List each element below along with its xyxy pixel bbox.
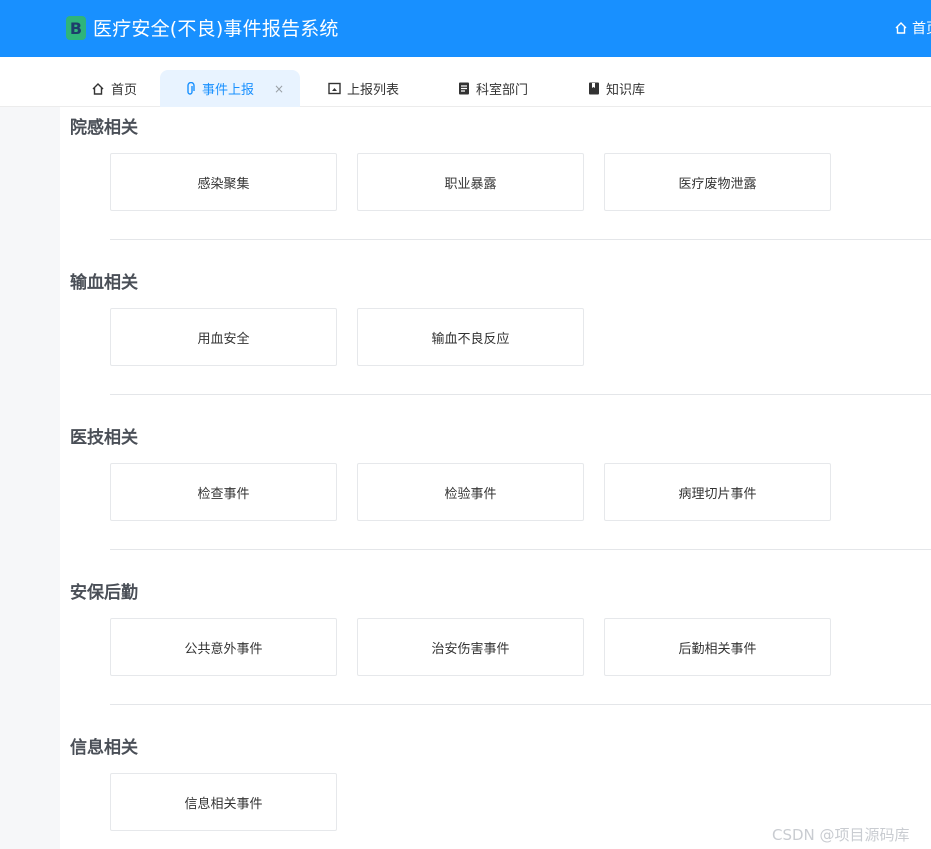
- header-home-label: 首页: [912, 21, 931, 37]
- section-title-infection: 院感相关: [70, 118, 138, 138]
- section-title-transfusion: 输血相关: [70, 273, 138, 293]
- event-card[interactable]: 职业暴露: [357, 153, 584, 211]
- app-logo: B: [66, 16, 86, 40]
- home-icon: [92, 82, 104, 95]
- app-title: 医疗安全(不良)事件报告系统: [93, 18, 339, 40]
- tab-departments[interactable]: 科室部门: [458, 70, 528, 107]
- section-title-information: 信息相关: [70, 738, 138, 758]
- tab-bar: 首页 事件上报 × 上报列表 科室部门 知识库: [0, 57, 931, 107]
- watermark: CSDN @项目源码库: [772, 826, 910, 844]
- event-card[interactable]: 用血安全: [110, 308, 337, 366]
- event-card[interactable]: 输血不良反应: [357, 308, 584, 366]
- event-card[interactable]: 病理切片事件: [604, 463, 831, 521]
- book-icon: [589, 82, 599, 95]
- tab-home[interactable]: 首页: [91, 70, 137, 107]
- paperclip-icon: [187, 81, 195, 95]
- section-divider: [110, 394, 931, 395]
- tab-label: 首页: [111, 83, 138, 98]
- event-card[interactable]: 感染聚集: [110, 153, 337, 211]
- tab-close-icon[interactable]: ×: [274, 82, 284, 96]
- section-divider: [110, 549, 931, 550]
- sidebar-strip: [0, 107, 60, 849]
- tab-label: 科室部门: [476, 83, 529, 98]
- upload-icon: [328, 82, 341, 95]
- event-card[interactable]: 检验事件: [357, 463, 584, 521]
- event-card[interactable]: 信息相关事件: [110, 773, 337, 831]
- event-card[interactable]: 公共意外事件: [110, 618, 337, 676]
- tab-label: 上报列表: [347, 83, 400, 98]
- tab-label: 知识库: [606, 83, 646, 98]
- logo-letter: B: [69, 18, 83, 38]
- tab-knowledge-base[interactable]: 知识库: [588, 70, 645, 107]
- tab-event-report[interactable]: 事件上报 ×: [160, 70, 301, 107]
- section-divider: [110, 704, 931, 705]
- event-card[interactable]: 医疗废物泄露: [604, 153, 831, 211]
- document-icon: [459, 82, 469, 95]
- section-title-medtech: 医技相关: [70, 428, 138, 448]
- event-card[interactable]: 后勤相关事件: [604, 618, 831, 676]
- tab-report-list[interactable]: 上报列表: [328, 70, 399, 107]
- section-divider: [110, 239, 931, 240]
- top-header: B 医疗安全(不良)事件报告系统 首页: [0, 0, 931, 57]
- event-category-panel: 院感相关 感染聚集 职业暴露 医疗废物泄露 输血相关 用血安全 输血不良反应 医…: [60, 107, 931, 849]
- tab-label: 事件上报: [202, 83, 255, 98]
- section-title-security: 安保后勤: [70, 583, 138, 603]
- event-card[interactable]: 检查事件: [110, 463, 337, 521]
- header-home-link[interactable]: 首页: [894, 18, 931, 38]
- event-card[interactable]: 治安伤害事件: [357, 618, 584, 676]
- home-icon: [895, 22, 907, 34]
